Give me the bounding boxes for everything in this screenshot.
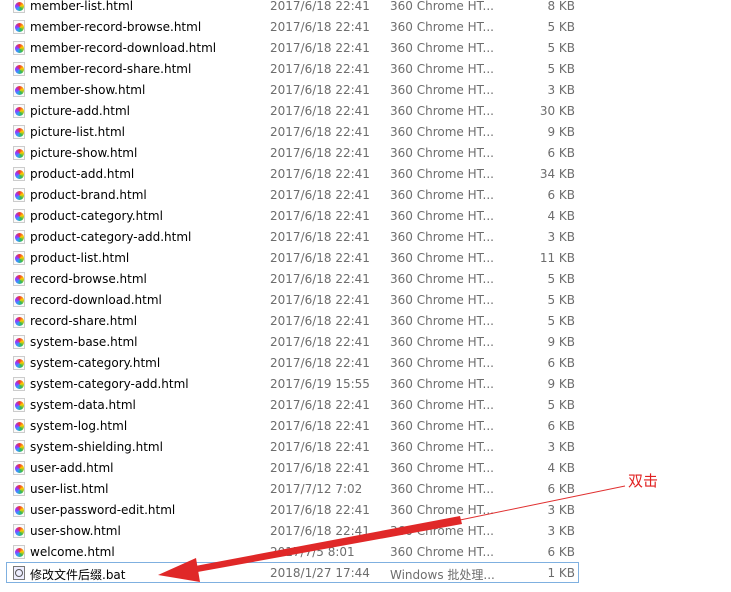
arrow-thin-line bbox=[459, 485, 626, 521]
annotation-text: 双击 bbox=[628, 472, 659, 490]
arrow-head bbox=[158, 558, 200, 582]
arrow-shaft bbox=[190, 516, 462, 573]
annotation-arrow bbox=[158, 485, 626, 582]
